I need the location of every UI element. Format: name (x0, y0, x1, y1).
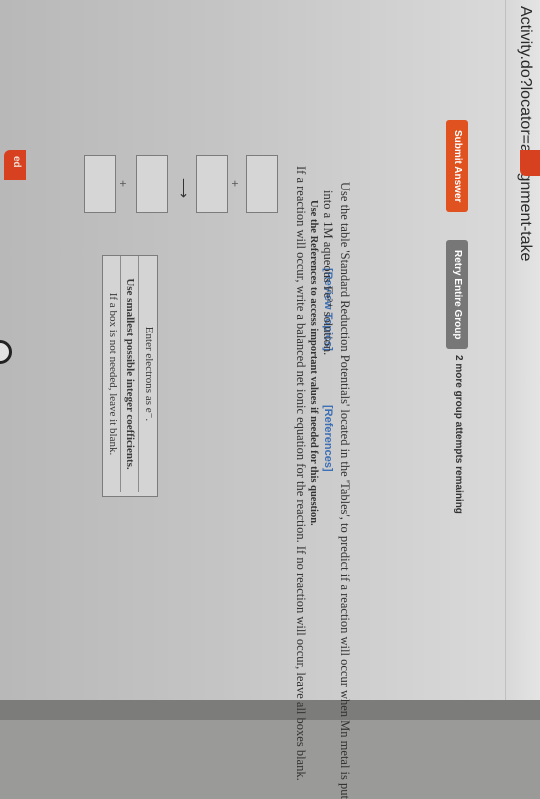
hint-coefficients: Use smallest possible integer coefficien… (120, 256, 139, 492)
question-text-2: If a reaction will occur, write a balanc… (294, 166, 308, 781)
reactant-box-2[interactable] (196, 155, 228, 213)
page-content: ed [Review Topics] [References] Use the … (0, 0, 540, 799)
side-tab-label: ed (11, 156, 22, 168)
product-box-2[interactable] (84, 155, 116, 213)
references-link[interactable]: [References] (322, 405, 334, 472)
reactant-box-1[interactable] (246, 155, 278, 213)
circle-indicator (0, 340, 12, 364)
hint-electrons: Enter electrons as e⁻. (143, 326, 155, 422)
hint-blank: If a box is not needed, leave it blank. (107, 292, 119, 456)
attempts-remaining: 2 more group attempts remaining (453, 355, 464, 514)
plus-sign-1: + (228, 180, 242, 188)
question-text-1: Use the table 'Standard Reduction Potent… (338, 182, 352, 799)
product-box-1[interactable] (136, 155, 168, 213)
reaction-arrow: ⟶ (176, 178, 192, 199)
side-tab-red[interactable]: ed (4, 150, 26, 180)
submit-answer-button[interactable]: Submit Answer (446, 120, 468, 213)
hint-box: Enter electrons as e⁻. Use smallest poss… (102, 255, 158, 497)
retry-group-button[interactable]: Retry Entire Group (446, 240, 468, 350)
plus-sign-2: + (116, 180, 130, 188)
question-text-1b: into a 1M aqueous Fe²⁺ solution. (321, 190, 335, 356)
instructions-text: Use the References to access important v… (308, 200, 319, 526)
